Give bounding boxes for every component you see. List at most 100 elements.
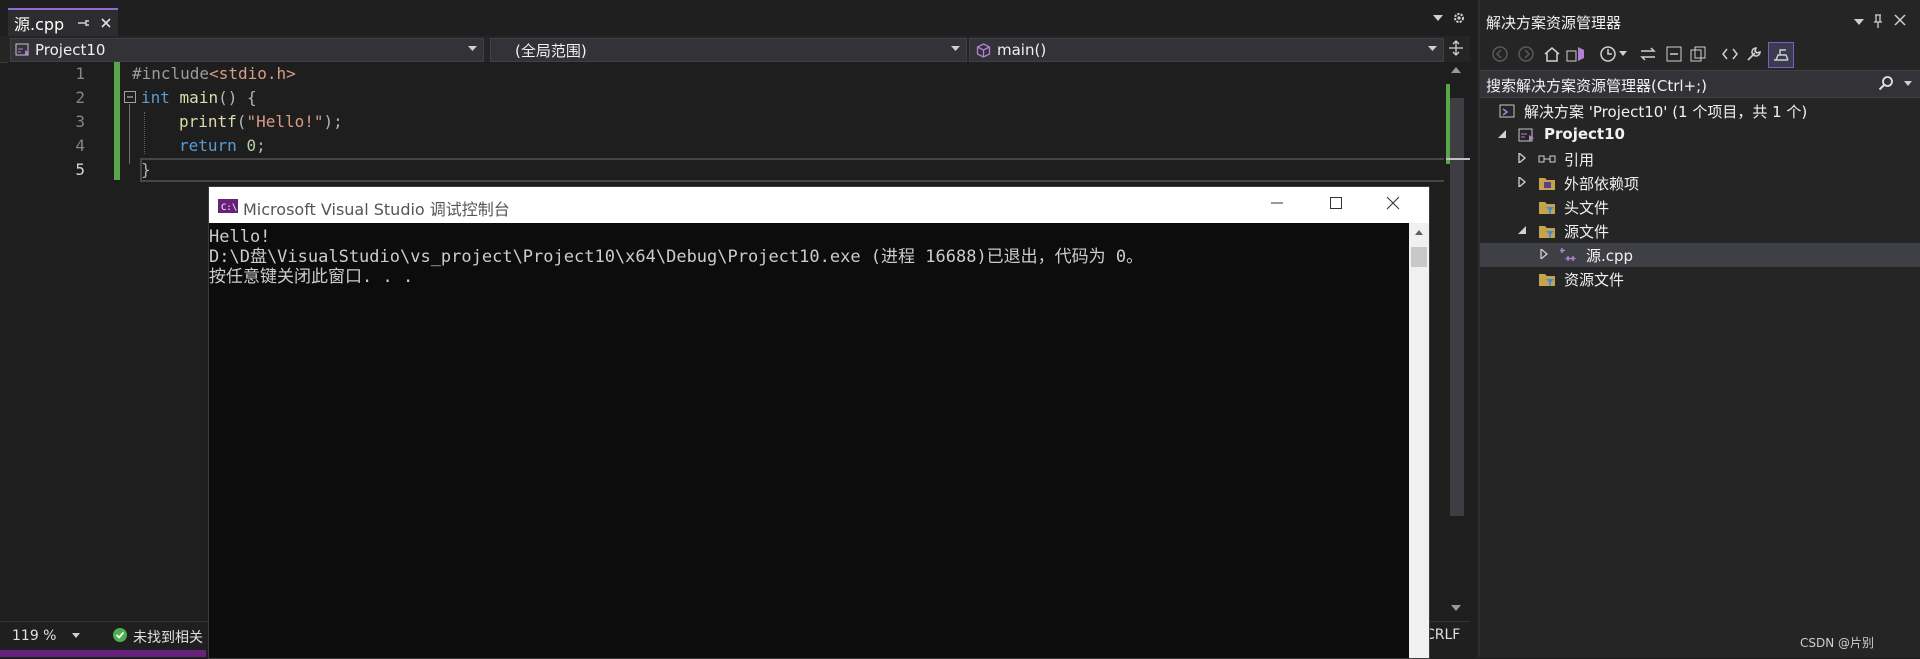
- references-icon: [1538, 150, 1556, 168]
- home-icon[interactable]: [1540, 42, 1564, 66]
- tab-source-cpp[interactable]: 源.cpp: [8, 8, 118, 36]
- preview-selected-items-icon[interactable]: [1768, 42, 1794, 68]
- cube-icon: [976, 42, 991, 58]
- code-line: #include<stdio.h>: [132, 64, 296, 83]
- tree-item-project[interactable]: Project10: [1480, 123, 1920, 147]
- solution-search-box[interactable]: 搜索解决方案资源管理器(Ctrl+;): [1480, 70, 1920, 98]
- chevron-down-icon[interactable]: [1616, 42, 1630, 66]
- back-icon[interactable]: [1488, 42, 1512, 66]
- show-all-files-icon[interactable]: [1686, 42, 1710, 66]
- filter-folder-icon: [1538, 198, 1556, 216]
- close-icon[interactable]: [1894, 14, 1906, 26]
- collapse-outline-icon[interactable]: [124, 91, 136, 103]
- tree-item-label: 资源文件: [1564, 271, 1625, 289]
- pin-icon[interactable]: [78, 17, 90, 29]
- code-line: int main() {: [141, 88, 257, 107]
- filter-folder-icon: [1538, 270, 1556, 288]
- project-dropdown[interactable]: Project10: [10, 38, 484, 62]
- collapse-all-icon[interactable]: [1662, 42, 1686, 66]
- console-title: Microsoft Visual Studio 调试控制台: [243, 200, 510, 219]
- code-view-icon[interactable]: [1718, 42, 1742, 66]
- tab-title: 源.cpp: [14, 15, 65, 34]
- maximize-icon[interactable]: [1328, 195, 1344, 211]
- console-line: D:\D盘\VisualStudio\vs_project\Project10\…: [209, 247, 1144, 267]
- switch-views-icon[interactable]: [1564, 42, 1588, 66]
- solution-explorer-titlebar: 解决方案资源管理器: [1480, 8, 1920, 36]
- solution-explorer-toolbar: [1480, 38, 1920, 68]
- scroll-up-icon[interactable]: [1414, 229, 1424, 236]
- scrollbar-caret-marker: [1446, 158, 1470, 160]
- console-line: Hello!: [209, 227, 271, 247]
- line-number: 3: [75, 112, 85, 131]
- close-icon[interactable]: [100, 17, 112, 29]
- watermark: CSDN @片别: [1800, 636, 1875, 650]
- collapsed-arrow-icon[interactable]: [1517, 177, 1527, 187]
- console-vertical-scrollbar[interactable]: [1409, 223, 1429, 658]
- search-icon[interactable]: [1878, 75, 1894, 91]
- solution-explorer-panel: 解决方案资源管理器 搜索解决方案资源管理器(Ctrl+;) 解决方案 'Proj…: [1478, 0, 1920, 657]
- outline-line: [129, 104, 131, 164]
- zoom-level[interactable]: 119 %: [12, 628, 56, 644]
- collapsed-arrow-icon[interactable]: [1539, 249, 1549, 259]
- forward-icon[interactable]: [1514, 42, 1538, 66]
- expanded-arrow-icon[interactable]: [1517, 225, 1527, 235]
- check-circle-icon[interactable]: [112, 627, 128, 643]
- tree-item-solution[interactable]: 解决方案 'Project10' (1 个项目，共 1 个): [1480, 99, 1920, 123]
- tree-item-header-files[interactable]: 头文件: [1480, 195, 1920, 219]
- line-ending-indicator[interactable]: CRLF: [1425, 627, 1460, 643]
- project-dropdown-label: Project10: [35, 41, 106, 59]
- tree-item-resource-files[interactable]: 资源文件: [1480, 267, 1920, 291]
- line-number: 4: [75, 136, 85, 155]
- project-icon: [1518, 126, 1536, 144]
- close-icon[interactable]: [1385, 195, 1401, 211]
- console-line: 按任意键关闭此窗口. . .: [209, 267, 414, 287]
- tree-item-label: 外部依赖项: [1564, 175, 1640, 193]
- change-tracking-bar: [114, 62, 120, 180]
- scroll-up-icon[interactable]: [1450, 66, 1462, 74]
- scroll-down-icon[interactable]: [1450, 604, 1462, 612]
- debug-console-window[interactable]: C:\ Microsoft Visual Studio 调试控制台 Hello!…: [208, 186, 1430, 659]
- external-deps-icon: [1538, 174, 1556, 192]
- scope-dropdown[interactable]: (全局范围): [490, 38, 967, 62]
- filter-folder-icon: [1538, 222, 1556, 240]
- tree-item-label: 源文件: [1564, 223, 1610, 241]
- split-window-icon[interactable]: [1448, 40, 1464, 56]
- function-dropdown[interactable]: main(): [969, 38, 1444, 62]
- chevron-down-icon: [951, 44, 960, 53]
- pin-icon[interactable]: [1872, 14, 1884, 28]
- issues-status[interactable]: 未找到相关: [133, 627, 203, 647]
- chevron-down-icon[interactable]: [1904, 81, 1912, 87]
- cpp-file-icon: [1560, 246, 1578, 264]
- tree-item-source-cpp[interactable]: 源.cpp: [1480, 243, 1920, 267]
- expanded-arrow-icon[interactable]: [1497, 129, 1507, 139]
- properties-wrench-icon[interactable]: [1742, 42, 1766, 66]
- code-line: }: [141, 160, 151, 179]
- function-dropdown-label: main(): [997, 41, 1047, 59]
- tree-item-label: 源.cpp: [1586, 247, 1634, 265]
- scrollbar-thumb[interactable]: [1450, 98, 1464, 516]
- collapsed-arrow-icon[interactable]: [1517, 153, 1527, 163]
- search-placeholder: 搜索解决方案资源管理器(Ctrl+;): [1486, 77, 1708, 95]
- tree-item-label: 头文件: [1564, 199, 1610, 217]
- tree-item-source-files[interactable]: 源文件: [1480, 219, 1920, 243]
- tree-item-external-deps[interactable]: 外部依赖项: [1480, 171, 1920, 195]
- line-number: 2: [75, 88, 85, 107]
- minimize-icon[interactable]: [1269, 195, 1285, 211]
- status-accent-strip: [0, 650, 206, 657]
- solution-icon: [1498, 102, 1516, 120]
- scrollbar-thumb[interactable]: [1411, 247, 1427, 267]
- console-titlebar[interactable]: C:\ Microsoft Visual Studio 调试控制台: [209, 187, 1429, 223]
- tree-item-label: 解决方案 'Project10' (1 个项目，共 1 个): [1524, 103, 1808, 121]
- chevron-down-icon: [468, 44, 477, 53]
- console-output: Hello! D:\D盘\VisualStudio\vs_project\Proj…: [209, 227, 1143, 287]
- chevron-down-icon[interactable]: [72, 633, 80, 639]
- tab-list-dropdown-icon[interactable]: [1433, 14, 1443, 22]
- window-position-dropdown-icon[interactable]: [1854, 18, 1864, 26]
- gear-icon[interactable]: [1452, 11, 1466, 25]
- tree-item-references[interactable]: 引用: [1480, 147, 1920, 171]
- indent-guide: [144, 112, 146, 154]
- sync-with-active-document-icon[interactable]: [1636, 42, 1660, 66]
- current-line-highlight: [140, 158, 1447, 182]
- code-line: printf("Hello!");: [179, 112, 343, 131]
- panel-title: 解决方案资源管理器: [1486, 14, 1622, 32]
